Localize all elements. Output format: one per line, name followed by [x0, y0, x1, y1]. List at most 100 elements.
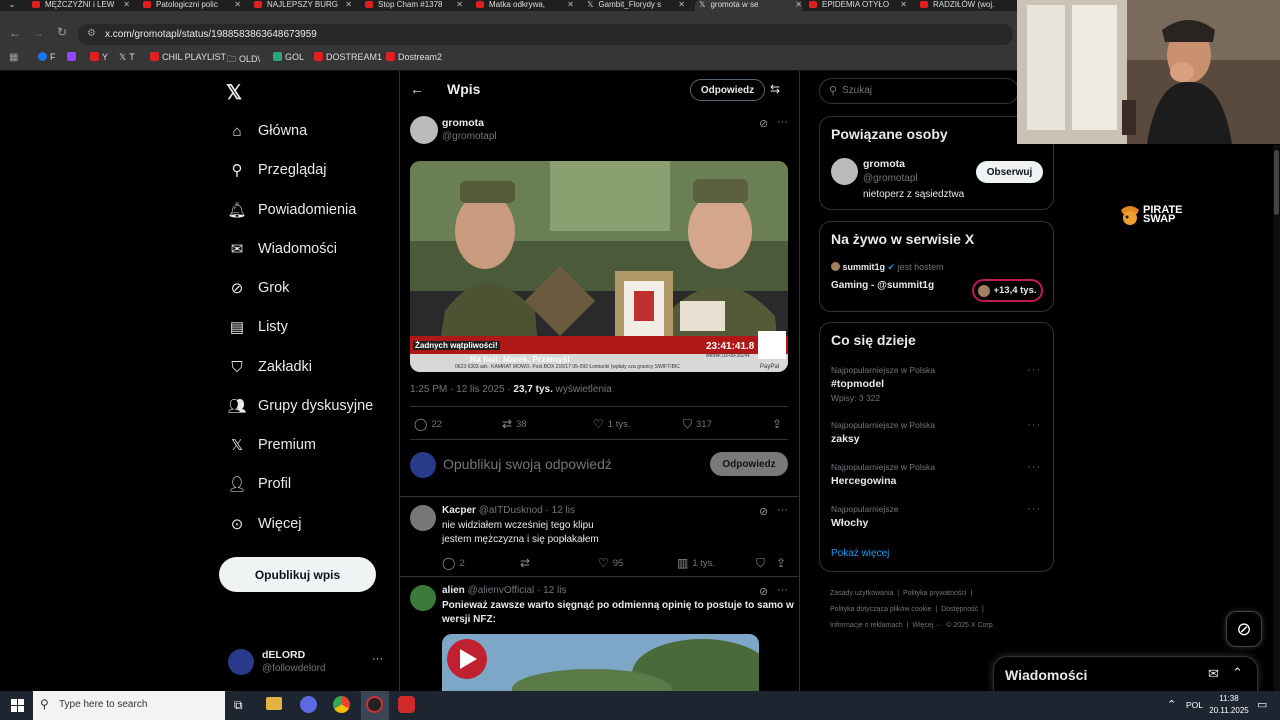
reply-author[interactable]: Kacper [442, 505, 476, 516]
live-host-line[interactable]: summit1g ✔ jest hostem [831, 262, 944, 273]
task-view-icon[interactable]: ⧉ [234, 698, 243, 713]
back-arrow-icon[interactable]: ← [410, 81, 424, 97]
share-action[interactable]: ⇪ [772, 417, 786, 431]
post-button[interactable]: Opublikuj wpis [219, 557, 376, 592]
close-tab-icon[interactable]: ✕ [456, 0, 463, 10]
bookmark-item[interactable]: DOSTREAM1 [314, 52, 382, 62]
reply-time[interactable]: 12 lis [552, 505, 575, 516]
discord-icon[interactable] [300, 696, 317, 713]
footer-link[interactable]: Zasady użytkowania [830, 590, 893, 597]
bookmark-item[interactable]: CHIL PLAYLIST [150, 52, 226, 62]
scrollbar-thumb[interactable] [1274, 150, 1279, 215]
browser-tab[interactable]: Stop Cham #1378 ✕ [365, 0, 463, 11]
trend-item[interactable]: Najpopularniejsze w Polska Hercegowina [831, 462, 1041, 487]
show-more-link[interactable]: Pokaż więcej [831, 548, 889, 559]
bookmark-item[interactable]: Y [90, 52, 108, 62]
post-video[interactable]: Żadnych wątpliwości! Na linii: Marek, Pr… [410, 161, 788, 372]
trend-item[interactable]: Najpopularniejsze w Polska zaksy [831, 420, 1041, 445]
follow-button[interactable]: Obserwuj [976, 161, 1043, 183]
nav-premium[interactable]: 𝕏 Premium [226, 433, 316, 457]
url-field[interactable]: ⚙ x.com/gromotapl/status/198858386364867… [78, 24, 1013, 45]
bookmark-item[interactable]: F [38, 52, 56, 62]
reply-author[interactable]: alien [442, 585, 465, 596]
footer-link[interactable]: Polityka dotycząca plików cookie [830, 606, 932, 613]
scrollbar[interactable] [1273, 145, 1280, 691]
bookmark-item[interactable] [67, 52, 79, 62]
messages-drawer[interactable]: Wiadomości ✉ ⌃ [993, 656, 1258, 691]
back-icon[interactable]: ← [9, 26, 21, 40]
views-action[interactable]: ▥ 1 tys. [677, 556, 715, 570]
nav-more[interactable]: ⊙ Więcej [226, 512, 302, 536]
grok-icon[interactable]: ⊘ [759, 505, 768, 518]
live-viewers-badge[interactable]: +13,4 tys. [972, 279, 1043, 302]
bookmark-action[interactable]: ⛉ [756, 556, 769, 571]
footer-link[interactable]: Więcej ··· [912, 622, 942, 629]
more-dots-icon[interactable]: ··· [372, 653, 383, 665]
footer-link[interactable]: Polityka prywatności [903, 590, 966, 597]
browser-tab[interactable]: Patologiczni polic ✕ [143, 0, 241, 11]
bookmark-action[interactable]: ⛉ 317 [683, 417, 712, 432]
browser-tab[interactable]: MĘŻCZYŹNI i LEW ✕ [32, 0, 130, 11]
taskbar-search-input[interactable]: ⚲ Type here to search [33, 691, 225, 720]
close-tab-icon[interactable]: ✕ [567, 0, 574, 10]
nav-communities[interactable]: 👥︎ Grupy dyskusyjne [226, 394, 373, 418]
browser-tab[interactable]: RADZIŁÓW (woj. [920, 0, 1015, 11]
bookmark-item[interactable]: Dostream2 [386, 52, 442, 62]
reply-handle[interactable]: @aITDusknod [479, 505, 543, 516]
avatar[interactable] [410, 116, 438, 144]
share-action[interactable]: ⇪ [776, 556, 790, 570]
more-dots-icon[interactable]: ··· [1027, 461, 1041, 473]
avatar[interactable] [410, 585, 436, 611]
reply-time[interactable]: 12 lis [543, 585, 566, 596]
x-logo-icon[interactable]: 𝕏 [226, 80, 242, 105]
account-switcher[interactable]: dELORD @followdelord ··· [228, 647, 388, 679]
reply-tweet[interactable]: alien @alienvOfficial · 12 lis ⊘ ··· Pon… [400, 577, 799, 691]
more-dots-icon[interactable]: ··· [777, 116, 788, 128]
reply-action[interactable]: ◯ 22 [414, 417, 442, 431]
reply-submit-button[interactable]: Odpowiedz [710, 452, 788, 476]
post-author-name[interactable]: gromota [442, 117, 484, 129]
tab-search-dropdown[interactable]: ⌄ [0, 0, 24, 11]
browser-tab[interactable]: EPIDEMIA OTYŁO ✕ [809, 0, 907, 11]
browser-tab[interactable]: NAJLEPSZY BURG ✕ [254, 0, 352, 11]
close-tab-icon[interactable]: ✕ [123, 0, 130, 10]
close-tab-icon[interactable]: ✕ [234, 0, 241, 10]
post-time[interactable]: 1:25 PM [410, 384, 447, 395]
nav-home[interactable]: ⌂ Główna [226, 119, 307, 143]
file-explorer-icon[interactable] [266, 697, 282, 710]
new-message-icon[interactable]: ✉ [1208, 666, 1219, 682]
more-dots-icon[interactable]: ··· [1027, 503, 1041, 515]
related-handle[interactable]: @gromotapl [863, 173, 918, 184]
close-tab-icon[interactable]: ✕ [345, 0, 352, 10]
browser-tab[interactable]: Matka odkrywa, ✕ [476, 0, 574, 11]
grok-floating-button[interactable]: ⊘ [1226, 611, 1262, 647]
browser-tab[interactable]: 𝕏 Gambit_Florydy s ✕ [587, 0, 685, 11]
reply-media[interactable] [442, 634, 759, 691]
nav-profile[interactable]: 👤︎ Profil [226, 472, 291, 496]
apps-grid-icon[interactable]: ▦ [9, 52, 18, 63]
close-tab-icon[interactable]: ✕ [678, 0, 685, 10]
chrome-icon[interactable] [333, 696, 350, 713]
more-dots-icon[interactable]: ··· [1027, 419, 1041, 431]
notifications-icon[interactable]: ▭ [1257, 698, 1267, 711]
bookmark-item[interactable]: 𝕏T [119, 52, 135, 63]
bookmark-item[interactable]: GOL [273, 52, 304, 62]
trend-item[interactable]: Najpopularniejsze Włochy [831, 504, 1041, 529]
avatar[interactable] [831, 158, 858, 185]
nav-notifications[interactable]: 🔔︎ Powiadomienia [226, 198, 356, 222]
app-icon[interactable] [398, 696, 415, 713]
browser-tab-active[interactable]: 𝕏gromota w se ✕ [695, 0, 802, 11]
reply-input[interactable]: Opublikuj swoją odpowiedź [443, 456, 612, 472]
trend-item[interactable]: Najpopularniejsze w Polska #topmodel Wpi… [831, 365, 1041, 403]
close-tab-icon[interactable]: ✕ [795, 0, 802, 10]
reply-tweet[interactable]: Kacper @aITDusknod · 12 lis ⊘ ··· nie wi… [400, 497, 799, 576]
clock-time[interactable]: 11:38 [1209, 694, 1249, 703]
repost-action[interactable]: ⇄ 38 [502, 417, 527, 431]
nav-grok[interactable]: ⊘ Grok [226, 276, 290, 300]
more-dots-icon[interactable]: ··· [777, 504, 788, 516]
site-info-icon[interactable]: ⚙ [87, 28, 96, 39]
nav-bookmarks[interactable]: ⛉ Zakładki [226, 355, 312, 379]
language-indicator[interactable]: POL [1186, 700, 1203, 710]
nav-lists[interactable]: ▤ Listy [226, 315, 288, 339]
reload-icon[interactable]: ↻ [57, 25, 67, 39]
